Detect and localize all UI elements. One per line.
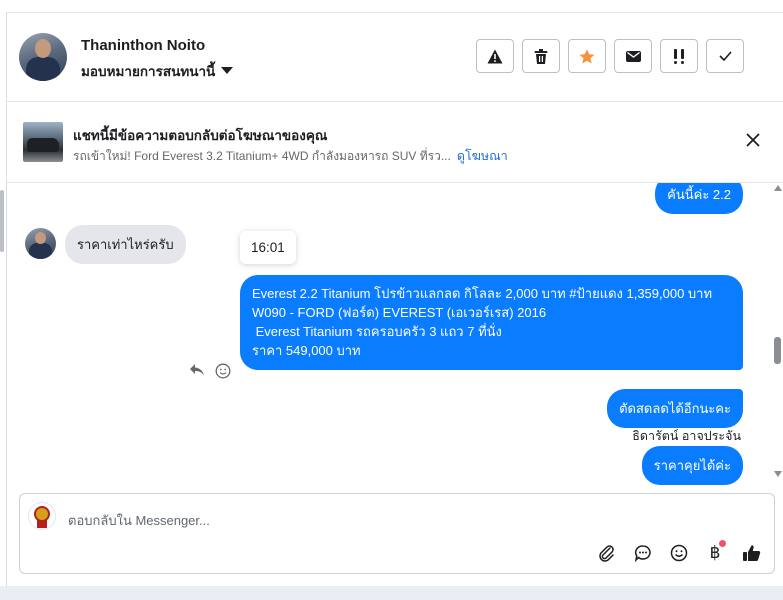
header-actions bbox=[476, 39, 744, 73]
conversation-header: Thaninthon Noito มอบหมายการสนทนานี้ bbox=[7, 13, 783, 102]
sender-avatar bbox=[25, 228, 56, 259]
sender-name: ธิดารัตน์ อาจประจัน bbox=[632, 429, 741, 443]
composer-tools: ฿ bbox=[596, 540, 762, 564]
ad-thumbnail[interactable] bbox=[23, 122, 63, 162]
outgoing-message[interactable]: ราคาคุยได้ค่ะ bbox=[641, 446, 743, 485]
paperclip-icon bbox=[599, 545, 614, 562]
warning-icon bbox=[487, 49, 503, 63]
reply-icon[interactable] bbox=[189, 363, 205, 377]
thread-scrollbar-thumb[interactable] bbox=[774, 337, 781, 364]
top-edge bbox=[0, 0, 783, 13]
trash-icon bbox=[534, 48, 548, 64]
double-exclamation-icon bbox=[674, 48, 684, 64]
follow-up-button[interactable] bbox=[660, 39, 698, 73]
like-button[interactable] bbox=[740, 542, 762, 564]
chat-bubble-icon bbox=[634, 545, 651, 562]
scroll-down-arrow-icon[interactable] bbox=[774, 471, 782, 477]
ad-reply-notice: แชทนี้มีข้อความตอบกลับต่อโฆษณาของคุณ รถเ… bbox=[7, 102, 783, 183]
page-avatar bbox=[28, 502, 56, 530]
outgoing-message[interactable]: คันนี้ค่ะ 2.2 bbox=[655, 183, 743, 214]
emoji-button[interactable] bbox=[668, 542, 690, 564]
star-button[interactable] bbox=[568, 39, 606, 73]
message-thread[interactable]: คันนี้ค่ะ 2.2 ราคาเท่าไหร่ครับ 16:01 Eve… bbox=[7, 183, 783, 488]
assign-conversation-dropdown[interactable]: มอบหมายการสนทนานี้ bbox=[81, 60, 234, 82]
delete-button[interactable] bbox=[522, 39, 560, 73]
left-scrollbar[interactable] bbox=[0, 12, 7, 600]
view-ad-link[interactable]: ดูโฆษณา bbox=[457, 149, 508, 163]
smiley-icon bbox=[670, 544, 688, 562]
envelope-icon bbox=[625, 50, 641, 62]
message-line: Everest 2.2 Titanium โปรข้าวแลกลด กิโลละ… bbox=[252, 286, 713, 301]
ad-description-text: รถเข้าใหม่! Ford Everest 3.2 Titanium+ 4… bbox=[73, 149, 451, 163]
caret-down-icon bbox=[221, 67, 234, 74]
ad-notice-description: รถเข้าใหม่! Ford Everest 3.2 Titanium+ 4… bbox=[73, 146, 508, 166]
saved-replies-button[interactable] bbox=[632, 542, 654, 564]
outgoing-message-long[interactable]: Everest 2.2 Titanium โปรข้าวแลกลด กิโลละ… bbox=[240, 275, 743, 370]
message-actions bbox=[189, 363, 231, 379]
mark-done-button[interactable] bbox=[706, 39, 744, 73]
message-line: Everest Titanium รถครอบครัว 3 แถว 7 ที่น… bbox=[252, 324, 502, 339]
ad-notice-title: แชทนี้มีข้อความตอบกลับต่อโฆษณาของคุณ bbox=[73, 128, 328, 143]
thread-scrollbar[interactable] bbox=[773, 183, 783, 479]
reply-composer[interactable]: ตอบกลับใน Messenger... ฿ bbox=[19, 493, 775, 574]
outgoing-message[interactable]: ตัดสดลดได้อีกนะคะ bbox=[607, 389, 743, 428]
baht-icon: ฿ bbox=[709, 543, 721, 562]
contact-name[interactable]: Thaninthon Noito bbox=[81, 37, 205, 54]
thumbs-up-icon bbox=[742, 545, 760, 561]
notification-dot bbox=[719, 540, 726, 547]
close-icon[interactable] bbox=[745, 132, 761, 148]
mark-unread-button[interactable] bbox=[614, 39, 652, 73]
bottom-strip bbox=[0, 586, 783, 600]
attach-button[interactable] bbox=[596, 542, 618, 564]
checkmark-icon bbox=[718, 51, 732, 61]
emoji-reaction-icon[interactable] bbox=[215, 363, 231, 379]
message-line: ราคา 549,000 บาท bbox=[252, 343, 361, 358]
spam-button[interactable] bbox=[476, 39, 514, 73]
payment-button[interactable]: ฿ bbox=[704, 540, 726, 564]
star-icon bbox=[579, 49, 595, 63]
assign-label: มอบหมายการสนทนานี้ bbox=[81, 64, 216, 79]
left-scrollbar-thumb[interactable] bbox=[0, 190, 4, 252]
message-line: W090 - FORD (ฟอร์ด) EVEREST (เอเวอร์เรส)… bbox=[252, 305, 547, 320]
reply-input[interactable]: ตอบกลับใน Messenger... bbox=[68, 510, 210, 531]
incoming-message[interactable]: ราคาเท่าไหร่ครับ bbox=[65, 225, 186, 264]
contact-avatar[interactable] bbox=[19, 33, 67, 81]
scroll-up-arrow-icon[interactable] bbox=[774, 185, 782, 191]
message-timestamp-tooltip: 16:01 bbox=[240, 231, 296, 264]
